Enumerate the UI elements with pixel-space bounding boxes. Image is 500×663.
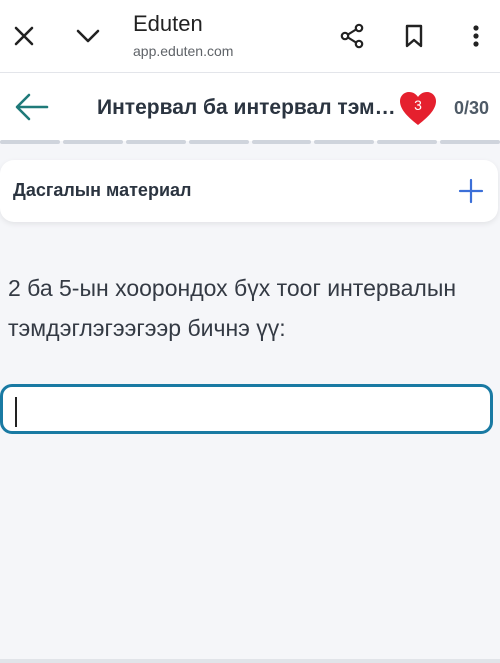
progress-segment: [251, 140, 312, 144]
progress-segment: [62, 140, 123, 144]
material-label: Дасгалын материал: [13, 180, 192, 200]
progress-segment: [188, 140, 249, 144]
lesson-title: Интервал ба интервал тэмдэглэгээ: [97, 96, 397, 119]
chevron-down-icon[interactable]: [72, 20, 104, 52]
site-title: Eduten: [133, 11, 203, 36]
share-icon[interactable]: [336, 20, 368, 52]
lives-heart-icon: 3: [399, 91, 437, 127]
progress-segment: [314, 140, 375, 144]
plus-icon[interactable]: [458, 178, 484, 204]
progress-segment: [377, 140, 438, 144]
site-url: app.eduten.com: [133, 43, 234, 59]
progress-counter: 0/30: [454, 98, 490, 118]
text-caret: [15, 397, 17, 427]
bottom-divider: [0, 659, 500, 663]
progress-segment: [440, 140, 500, 144]
browser-toolbar: Eduten app.eduten.com: [0, 0, 500, 73]
close-icon[interactable]: [8, 20, 40, 52]
answer-input[interactable]: [0, 384, 493, 434]
lesson-header: Интервал ба интервал тэмдэглэгээ 3 0/30: [0, 73, 500, 141]
progress-segment: [0, 140, 60, 144]
exercise-material-card[interactable]: Дасгалын материал: [0, 160, 498, 222]
bookmark-icon[interactable]: [398, 20, 430, 52]
back-arrow-icon[interactable]: [14, 91, 50, 123]
more-vert-icon[interactable]: [460, 20, 492, 52]
lives-count: 3: [414, 97, 422, 113]
progress-bar: [0, 140, 500, 145]
question-text: 2 ба 5-ын хоорондох бүх тоог интервалын …: [8, 275, 457, 341]
progress-segment: [125, 140, 186, 144]
